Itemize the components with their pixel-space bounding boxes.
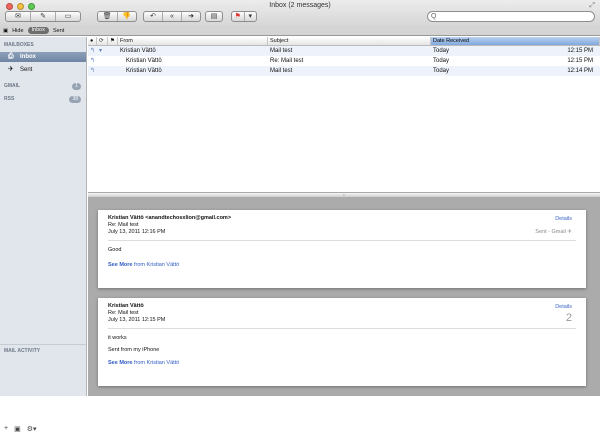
trash-icon[interactable]: 🗑 [98, 12, 118, 21]
see-more-label: See More [108, 262, 133, 268]
sidebar-item-label: Sent [20, 67, 33, 73]
message-body-line: Sent from my iPhone [108, 347, 160, 353]
window-title: Inbox (2 messages) [269, 2, 331, 9]
message-body-line: Good [108, 247, 122, 253]
sidebar-item-sent[interactable]: ✈ Sent [0, 65, 86, 75]
hide-icon: ▣ [3, 27, 9, 34]
reply-icon[interactable]: ↶ [144, 12, 163, 21]
replied-icon: ↰ [90, 58, 96, 64]
message-date: July 13, 2011 12:16 PM [108, 229, 166, 235]
fullscreen-icon[interactable]: ⤢ [589, 2, 595, 10]
flag-column-icon[interactable]: ⚑ [108, 37, 118, 45]
table-row[interactable]: ↰ Kristian Vättö Mail test Today 12:14 P… [88, 66, 600, 76]
mailbox-buttons: ✉ ✎ ▭ [5, 11, 81, 22]
row-subject: Re: Mail test [270, 58, 304, 64]
row-time: 12:15 PM [567, 58, 593, 64]
flag-icon: ⚑ [232, 12, 245, 21]
gear-icon[interactable]: ⚙▾ [27, 425, 37, 433]
note-button[interactable]: ▤ [205, 11, 223, 22]
replied-icon: ↰ [90, 48, 96, 54]
note-icon: ▤ [210, 13, 218, 20]
divider [108, 240, 576, 241]
table-row[interactable]: ↰ Kristian Vättö Re: Mail test Today 12:… [88, 56, 600, 66]
delete-junk-group: 🗑 👎 [97, 11, 137, 22]
see-more-link[interactable]: See More from Kristian Vättö [108, 360, 576, 367]
mailboxes-header: MAILBOXES [4, 42, 34, 48]
message-viewer: Kristian Vättö <anandtechosxlion@gmail.c… [88, 198, 600, 396]
column-date-received[interactable]: Date Received [431, 37, 600, 45]
see-more-from: from Kristian Vättö [134, 360, 180, 366]
message-subject: Re: Mail test [108, 310, 139, 316]
row-date: Today [433, 68, 450, 74]
replied-icon: ↰ [90, 68, 96, 74]
gmail-header[interactable]: GMAIL [4, 83, 20, 89]
row-subject: Mail test [270, 68, 293, 74]
details-link[interactable]: Details [555, 304, 572, 311]
row-time: 12:15 PM [567, 48, 593, 54]
chevron-down-icon: ▾ [248, 13, 252, 20]
reply-all-icon[interactable]: « [163, 12, 182, 21]
gmail-badge: 1 [72, 83, 81, 90]
row-subject: Mail test [270, 48, 293, 54]
message-body-line: it works [108, 335, 127, 341]
message-date: July 13, 2011 12:15 PM [108, 317, 166, 323]
row-time: 12:14 PM [567, 68, 593, 74]
sidebar-footer: + ▣ ⚙▾ [4, 425, 37, 433]
sidebar: MAILBOXES ⎙ Inbox ✈ Sent GMAIL 1 RSS 38 … [0, 37, 87, 433]
inbox-icon: ⎙ [8, 53, 14, 60]
reply-group: ↶ « ➜ [143, 11, 201, 22]
message-list: ● ⟳ ⚑ From Subject Date Received ↰ ▾ Kri… [88, 37, 600, 192]
sent-icon: ✈ [567, 229, 572, 235]
message-list-header: ● ⟳ ⚑ From Subject Date Received [88, 37, 600, 46]
get-mail-icon[interactable]: ✉ [6, 12, 31, 21]
thread-expand-icon[interactable]: ▾ [97, 46, 108, 56]
sidebar-item-label: Inbox [20, 54, 36, 60]
add-icon[interactable]: + [4, 425, 8, 433]
rss-badge: 38 [69, 96, 81, 103]
show-mailbox-icon[interactable]: ▣ [14, 425, 21, 433]
account-label: Sent - Gmail ✈ [535, 229, 572, 236]
message-card: Kristian Vättö Re: Mail test July 13, 20… [98, 298, 586, 386]
favorite-inbox[interactable]: Inbox [27, 27, 49, 34]
message-card: Kristian Vättö <anandtechosxlion@gmail.c… [98, 210, 586, 288]
see-more-from: from Kristian Vättö [134, 262, 180, 268]
row-from: Kristian Vättö [120, 48, 156, 54]
favorite-sent[interactable]: Sent [53, 28, 64, 34]
account-name: Sent - Gmail [535, 229, 566, 235]
rss-header[interactable]: RSS [4, 96, 14, 102]
message-from[interactable]: Kristian Vättö <anandtechosxlion@gmail.c… [108, 215, 576, 222]
column-subject[interactable]: Subject [268, 37, 431, 45]
column-from[interactable]: From [118, 37, 268, 45]
row-from: Kristian Vättö [126, 58, 162, 64]
table-row[interactable]: ↰ ▾ Kristian Vättö Mail test Today 12:15… [88, 46, 600, 56]
see-more-label: See More [108, 360, 133, 366]
message-subject: Re: Mail test [108, 222, 139, 228]
unread-column-icon[interactable]: ● [88, 37, 97, 45]
junk-icon[interactable]: 👎 [118, 12, 137, 21]
divider [108, 328, 576, 329]
attachment-column-icon[interactable]: ⟳ [97, 37, 108, 45]
search-input[interactable]: Q [427, 11, 595, 22]
see-more-link[interactable]: See More from Kristian Vättö [108, 262, 576, 269]
forward-icon[interactable]: ➜ [182, 12, 200, 21]
mail-activity-header: MAIL ACTIVITY [0, 344, 86, 357]
row-date: Today [433, 48, 450, 54]
details-link[interactable]: Details [555, 216, 572, 223]
hide-button[interactable]: Hide [12, 28, 23, 34]
flag-button[interactable]: ⚑ ▾ [231, 11, 257, 22]
sent-icon: ✈ [8, 66, 14, 73]
favorites-bar: ▣ Hide Inbox Sent [0, 26, 600, 36]
mailbox-list-icon[interactable]: ▭ [56, 12, 80, 21]
message-number: 2 [565, 312, 572, 324]
search-icon: Q [431, 13, 437, 20]
sidebar-item-inbox[interactable]: ⎙ Inbox [0, 52, 86, 62]
row-date: Today [433, 58, 450, 64]
message-from[interactable]: Kristian Vättö [108, 303, 576, 310]
row-from: Kristian Vättö [126, 68, 162, 74]
compose-icon[interactable]: ✎ [31, 12, 56, 21]
